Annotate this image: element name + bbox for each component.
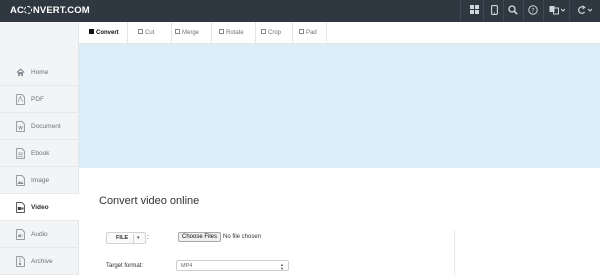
search-icon[interactable] [507,5,519,17]
pdf-icon [16,94,25,105]
sidebar-item-label: Ebook [31,150,50,157]
sidebar-item-document[interactable]: W Document [0,113,79,140]
sidebar-item-audio[interactable]: Audio [0,221,79,248]
tab-label: Crop [268,30,282,36]
logo-circle-icon [24,6,33,14]
dropdown-divider [133,234,134,243]
tab-label: Convert [96,30,119,36]
svg-text:W: W [18,125,23,130]
checkbox-icon [219,29,224,34]
tab-label: Pad [306,30,317,36]
chevron-down-icon: ▼ [280,266,284,271]
help-icon[interactable]: ? [527,5,539,17]
document-icon: W [16,121,25,132]
file-source-label: FILE [116,235,129,241]
sidebar-item-video[interactable]: Video [0,194,85,221]
sidebar-item-home[interactable]: Home [0,59,79,86]
tab-crop[interactable]: Crop [256,22,293,44]
sidebar: Home PDF W Document Ebook Image Video Au… [0,22,85,275]
sidebar-item-label: Image [31,177,50,184]
sidebar-item-label: Document [31,123,61,130]
choose-files-button[interactable]: Choose Files [178,232,222,242]
tab-label: Merge [182,30,200,36]
toolbar-divider [543,0,544,22]
toolbar-divider [523,0,524,22]
tab-label: Cut [145,30,155,36]
sidebar-item-pdf[interactable]: PDF [0,86,79,113]
form-divider [454,230,455,275]
language-icon[interactable] [548,5,566,17]
main-content: Convert video online FILE ▾ : Choose Fil… [79,168,600,275]
target-format-select[interactable]: MP4 ▲ ▼ [176,260,289,271]
toolbar-divider [503,0,504,22]
mobile-icon[interactable] [488,5,500,17]
checkbox-icon [89,29,94,34]
target-format-value: MP4 [181,263,193,269]
sidebar-item-label: Archive [31,258,53,265]
toolbar-divider [569,0,570,22]
image-icon [16,175,25,186]
home-icon [16,68,25,77]
sidebar-item-label: Home [31,69,49,76]
tab-rotate[interactable]: Rotate [212,22,256,44]
page-title: Convert video online [99,195,200,207]
toolbar-divider [460,0,461,22]
sidebar-item-label: Video [31,204,49,211]
sidebar-item-archive[interactable]: Archive [0,248,79,275]
file-status: No file chosen [223,234,262,240]
tab-pad[interactable]: Pad [293,22,327,44]
archive-icon [16,256,25,267]
target-format-label: Target format: [106,263,144,269]
sidebar-item-label: Audio [31,231,48,238]
audio-icon [16,229,25,240]
sidebar-item-image[interactable]: Image [0,167,79,194]
sidebar-item-label: PDF [31,96,44,103]
file-separator: : [147,234,149,241]
logo-text-right: NVERT.COM [32,5,90,16]
logo-text-left: AC [10,5,24,16]
tab-convert[interactable]: Convert [79,22,128,44]
grid-icon[interactable] [467,5,481,17]
checkbox-icon [175,29,180,34]
top-navbar: AC NVERT.COM ? [0,0,600,22]
site-logo[interactable]: AC NVERT.COM [10,5,90,17]
file-source-dropdown[interactable]: FILE ▾ [106,232,146,244]
refresh-icon[interactable] [575,5,593,17]
tab-label: Rotate [226,30,244,36]
tab-cut[interactable]: Cut [128,22,172,44]
svg-text:?: ? [531,7,534,15]
ebook-icon [16,148,25,159]
checkbox-icon [261,29,266,34]
video-icon [16,202,25,213]
chevron-down-icon: ▾ [137,235,140,241]
tab-merge[interactable]: Merge [172,22,212,44]
checkbox-icon [299,29,304,34]
checkbox-icon [138,29,143,34]
toolbar-divider [483,0,484,22]
sidebar-item-ebook[interactable]: Ebook [0,140,79,167]
ad-banner [79,44,600,168]
tool-tabs: Convert Cut Merge Rotate Crop Pad [79,22,600,44]
